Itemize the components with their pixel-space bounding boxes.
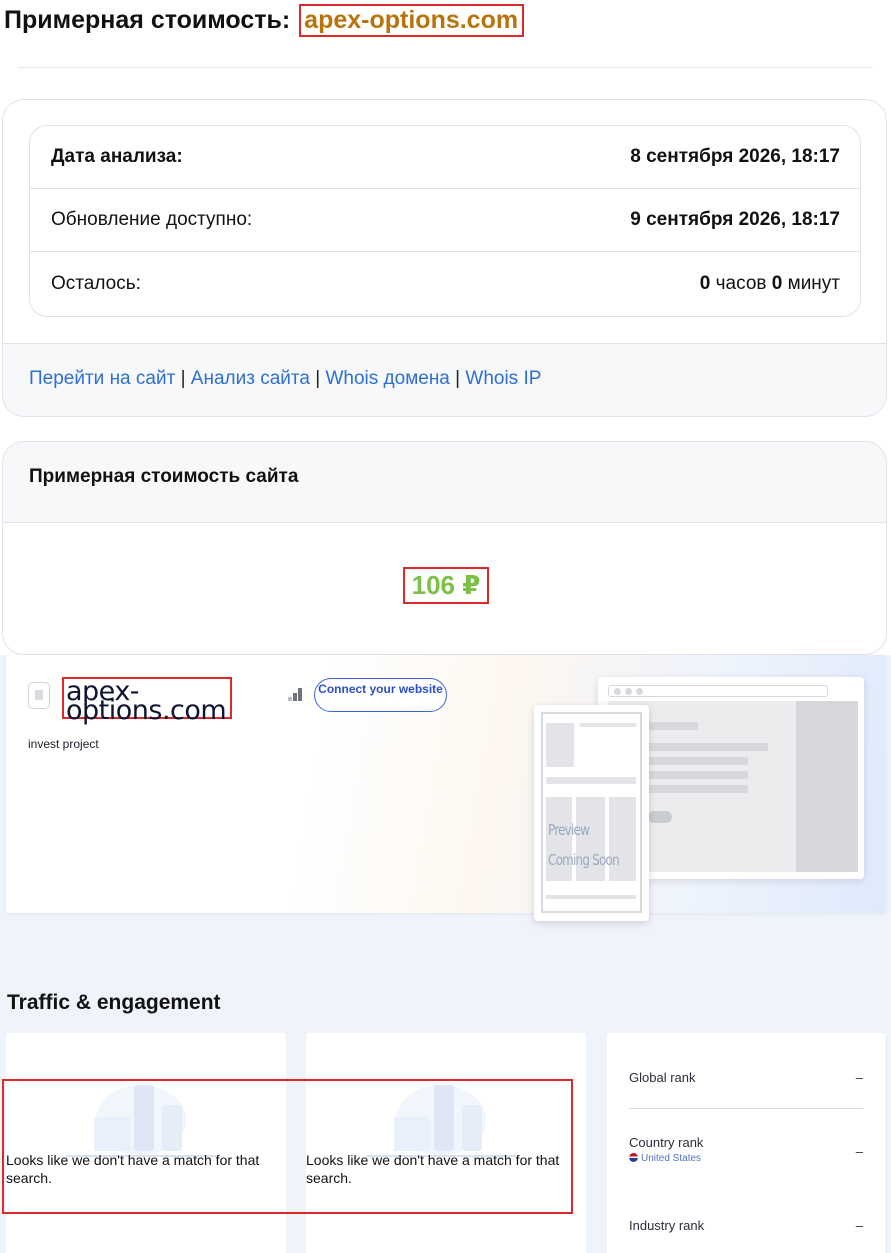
divider (18, 67, 873, 68)
preview-sidebar (796, 701, 858, 872)
update-available-label: Обновление доступно: (51, 209, 253, 230)
illustration-box (94, 1117, 130, 1151)
whois-domain-link[interactable]: Whois домена (325, 368, 449, 389)
rank-bars-icon (288, 688, 304, 701)
page-title-prefix: Примерная стоимость: (4, 6, 291, 34)
hours-value: 0 (699, 273, 711, 294)
page-title: Примерная стоимость: apex-options.com (4, 4, 525, 37)
ranks-card: Global rank – Country rank – United Stat… (607, 1033, 885, 1253)
preview-line2: Coming Soon (548, 851, 620, 869)
engagement-card: Looks like we don't have a match for tha… (306, 1033, 586, 1253)
country-rank-label: Country rank (629, 1135, 704, 1150)
minutes-unit: минут (787, 273, 840, 294)
minutes-value: 0 (771, 273, 783, 294)
preview-line1: Preview (548, 821, 590, 839)
preview-line (648, 757, 748, 765)
analysis-card: Дата анализа: 8 сентября 2026, 18:17 Обн… (2, 99, 887, 417)
illustration-bar (162, 1105, 182, 1151)
illustration-bar (434, 1085, 454, 1151)
update-available-value: 9 сентября 2026, 18:17 (630, 209, 840, 230)
link-separator: | (455, 368, 461, 389)
industry-rank-row: Industry rank – (629, 1218, 863, 1233)
preview-line (648, 785, 748, 793)
mobile-preview-image: Preview Coming Soon (534, 705, 649, 921)
site-value-title: Примерная стоимость сайта (3, 442, 886, 523)
preview-block (546, 895, 636, 899)
page-title-domain: apex-options.com (299, 4, 525, 37)
connect-website-button[interactable]: Connect your website (314, 678, 447, 712)
analysis-date-row: Дата анализа: 8 сентября 2026, 18:17 (30, 126, 860, 189)
global-rank-label: Global rank (629, 1070, 696, 1085)
preview-pill (648, 811, 672, 823)
us-flag-icon (629, 1153, 638, 1162)
site-hero: apex-options.com Connect your website in… (6, 655, 886, 921)
site-value-price: 106 ₽ (403, 567, 489, 604)
site-favicon-icon (28, 682, 50, 709)
time-remaining-value: 0 часов 0 минут (700, 273, 840, 295)
goto-site-link[interactable]: Перейти на сайт (29, 368, 175, 389)
time-remaining-row: Осталось: 0 часов 0 минут (30, 252, 860, 316)
country-rank-row: Country rank – United States (629, 1135, 863, 1164)
preview-block (546, 723, 574, 767)
analysis-date-value: 8 сентября 2026, 18:17 (630, 146, 840, 167)
global-rank-value: – (855, 1070, 863, 1085)
traffic-section-title: Traffic & engagement (7, 991, 221, 1014)
whois-ip-link[interactable]: Whois IP (465, 368, 541, 389)
preview-line (648, 743, 768, 751)
global-rank-row: Global rank – (629, 1070, 863, 1085)
site-value-card: Примерная стоимость сайта (2, 441, 887, 655)
site-analysis-link[interactable]: Анализ сайта (191, 368, 310, 389)
analysis-table: Дата анализа: 8 сентября 2026, 18:17 Обн… (29, 125, 861, 317)
empty-state-illustration (366, 1085, 516, 1157)
preview-line (648, 771, 748, 779)
analysis-date-label: Дата анализа: (51, 146, 183, 167)
hours-unit: часов (715, 273, 767, 294)
rank-divider (629, 1108, 863, 1109)
preview-coming-soon: Preview Coming Soon (548, 815, 620, 875)
browser-dot-icon (614, 688, 621, 695)
traffic-card: Looks like we don't have a match for tha… (6, 1033, 286, 1253)
site-links-bar: Перейти на сайт | Анализ сайта | Whois д… (3, 343, 886, 416)
illustration-box (394, 1117, 430, 1151)
preview-line (648, 722, 698, 730)
country-rank-value: – (855, 1144, 863, 1159)
hero-domain: apex-options.com (62, 677, 232, 724)
industry-rank-value: – (855, 1218, 863, 1233)
country-name: United States (641, 1153, 702, 1164)
country-selector[interactable]: United States (629, 1153, 701, 1164)
browser-dot-icon (625, 688, 632, 695)
site-description: invest project (28, 737, 99, 751)
empty-state-illustration (66, 1085, 216, 1157)
illustration-bar (462, 1105, 482, 1151)
empty-state-message: Looks like we don't have a match for tha… (6, 1152, 260, 1186)
industry-rank-label: Industry rank (629, 1218, 705, 1233)
illustration-bar (134, 1085, 154, 1151)
browser-dot-icon (636, 688, 643, 695)
time-remaining-label: Осталось: (51, 273, 141, 294)
similarweb-widget: apex-options.com Connect your website in… (0, 655, 891, 1253)
update-available-row: Обновление доступно: 9 сентября 2026, 18… (30, 189, 860, 252)
link-separator: | (315, 368, 321, 389)
preview-block (580, 723, 636, 727)
link-separator: | (180, 368, 186, 389)
preview-block (546, 777, 636, 784)
empty-state-message: Looks like we don't have a match for tha… (306, 1152, 560, 1186)
